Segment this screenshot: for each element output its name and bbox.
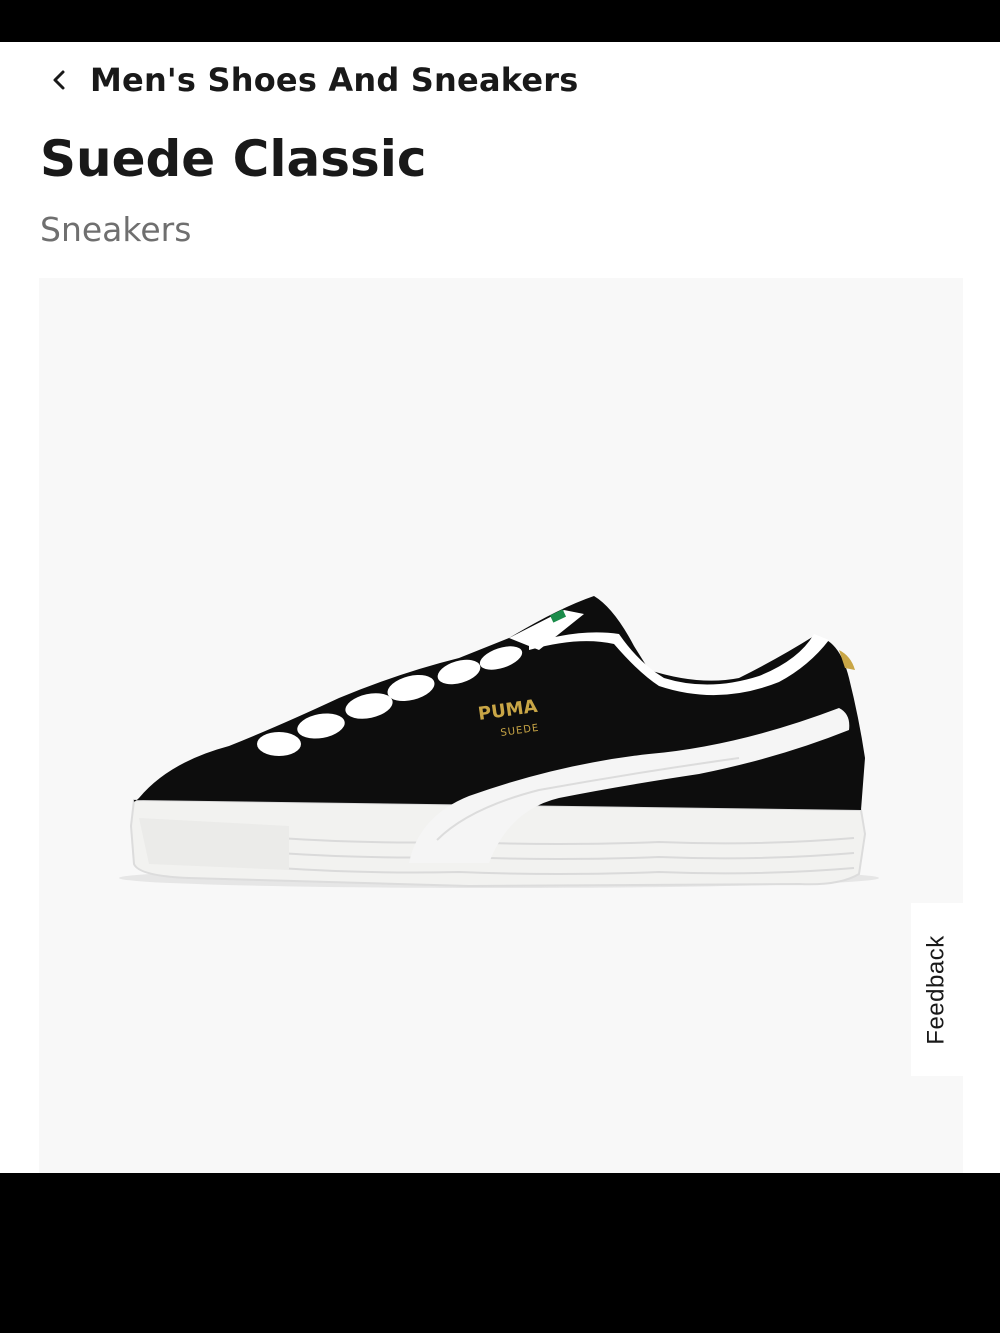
product-page: Men's Shoes And Sneakers Suede Classic S… bbox=[0, 42, 1000, 1173]
status-bar bbox=[0, 0, 1000, 42]
feedback-label: Feedback bbox=[923, 934, 950, 1045]
chevron-left-icon bbox=[40, 60, 80, 100]
breadcrumb-back-link[interactable]: Men's Shoes And Sneakers bbox=[40, 56, 579, 104]
product-subtitle: Sneakers bbox=[40, 210, 192, 249]
product-image: PUMA SUEDE bbox=[119, 596, 879, 888]
feedback-tab[interactable]: Feedback bbox=[911, 903, 963, 1076]
product-title: Suede Classic bbox=[40, 130, 427, 188]
bottom-overlay bbox=[0, 1173, 1000, 1333]
product-image-panel[interactable]: PUMA SUEDE bbox=[39, 278, 963, 1173]
breadcrumb-label: Men's Shoes And Sneakers bbox=[90, 61, 579, 99]
